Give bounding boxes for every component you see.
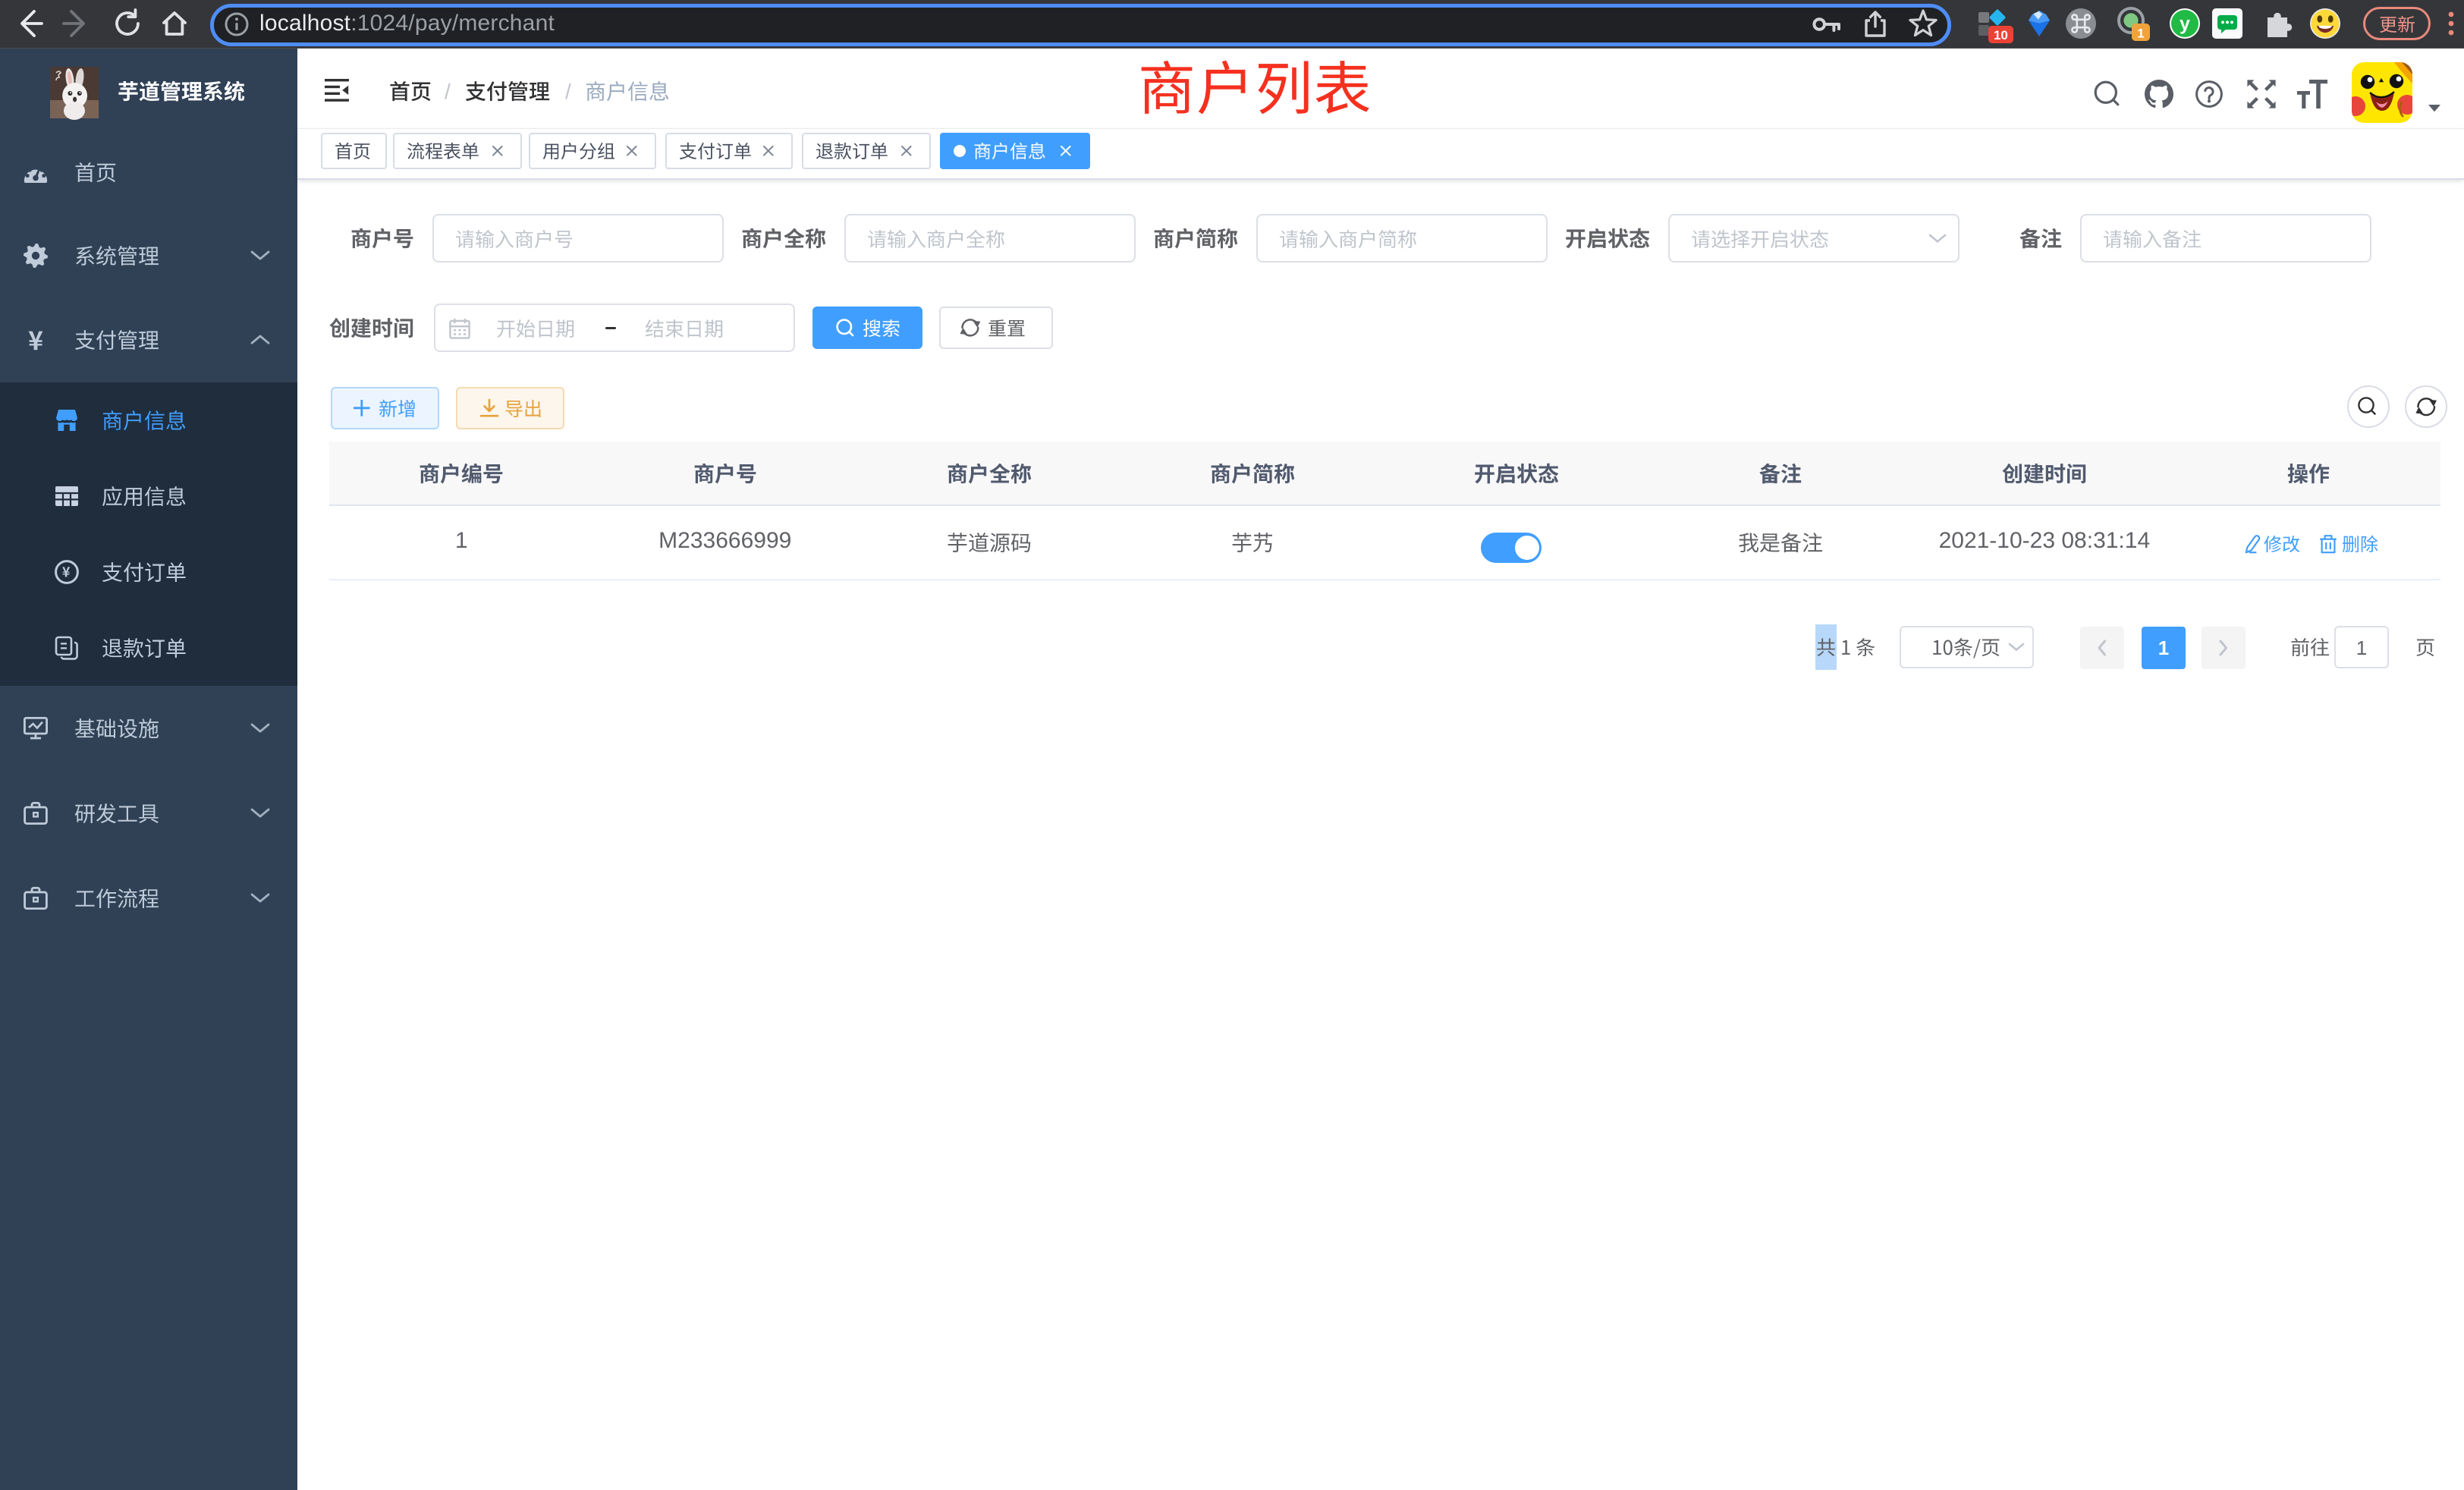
svg-text:1: 1 bbox=[2137, 26, 2144, 40]
svg-text:10: 10 bbox=[1994, 28, 2008, 42]
svg-text:y: y bbox=[2180, 13, 2190, 34]
